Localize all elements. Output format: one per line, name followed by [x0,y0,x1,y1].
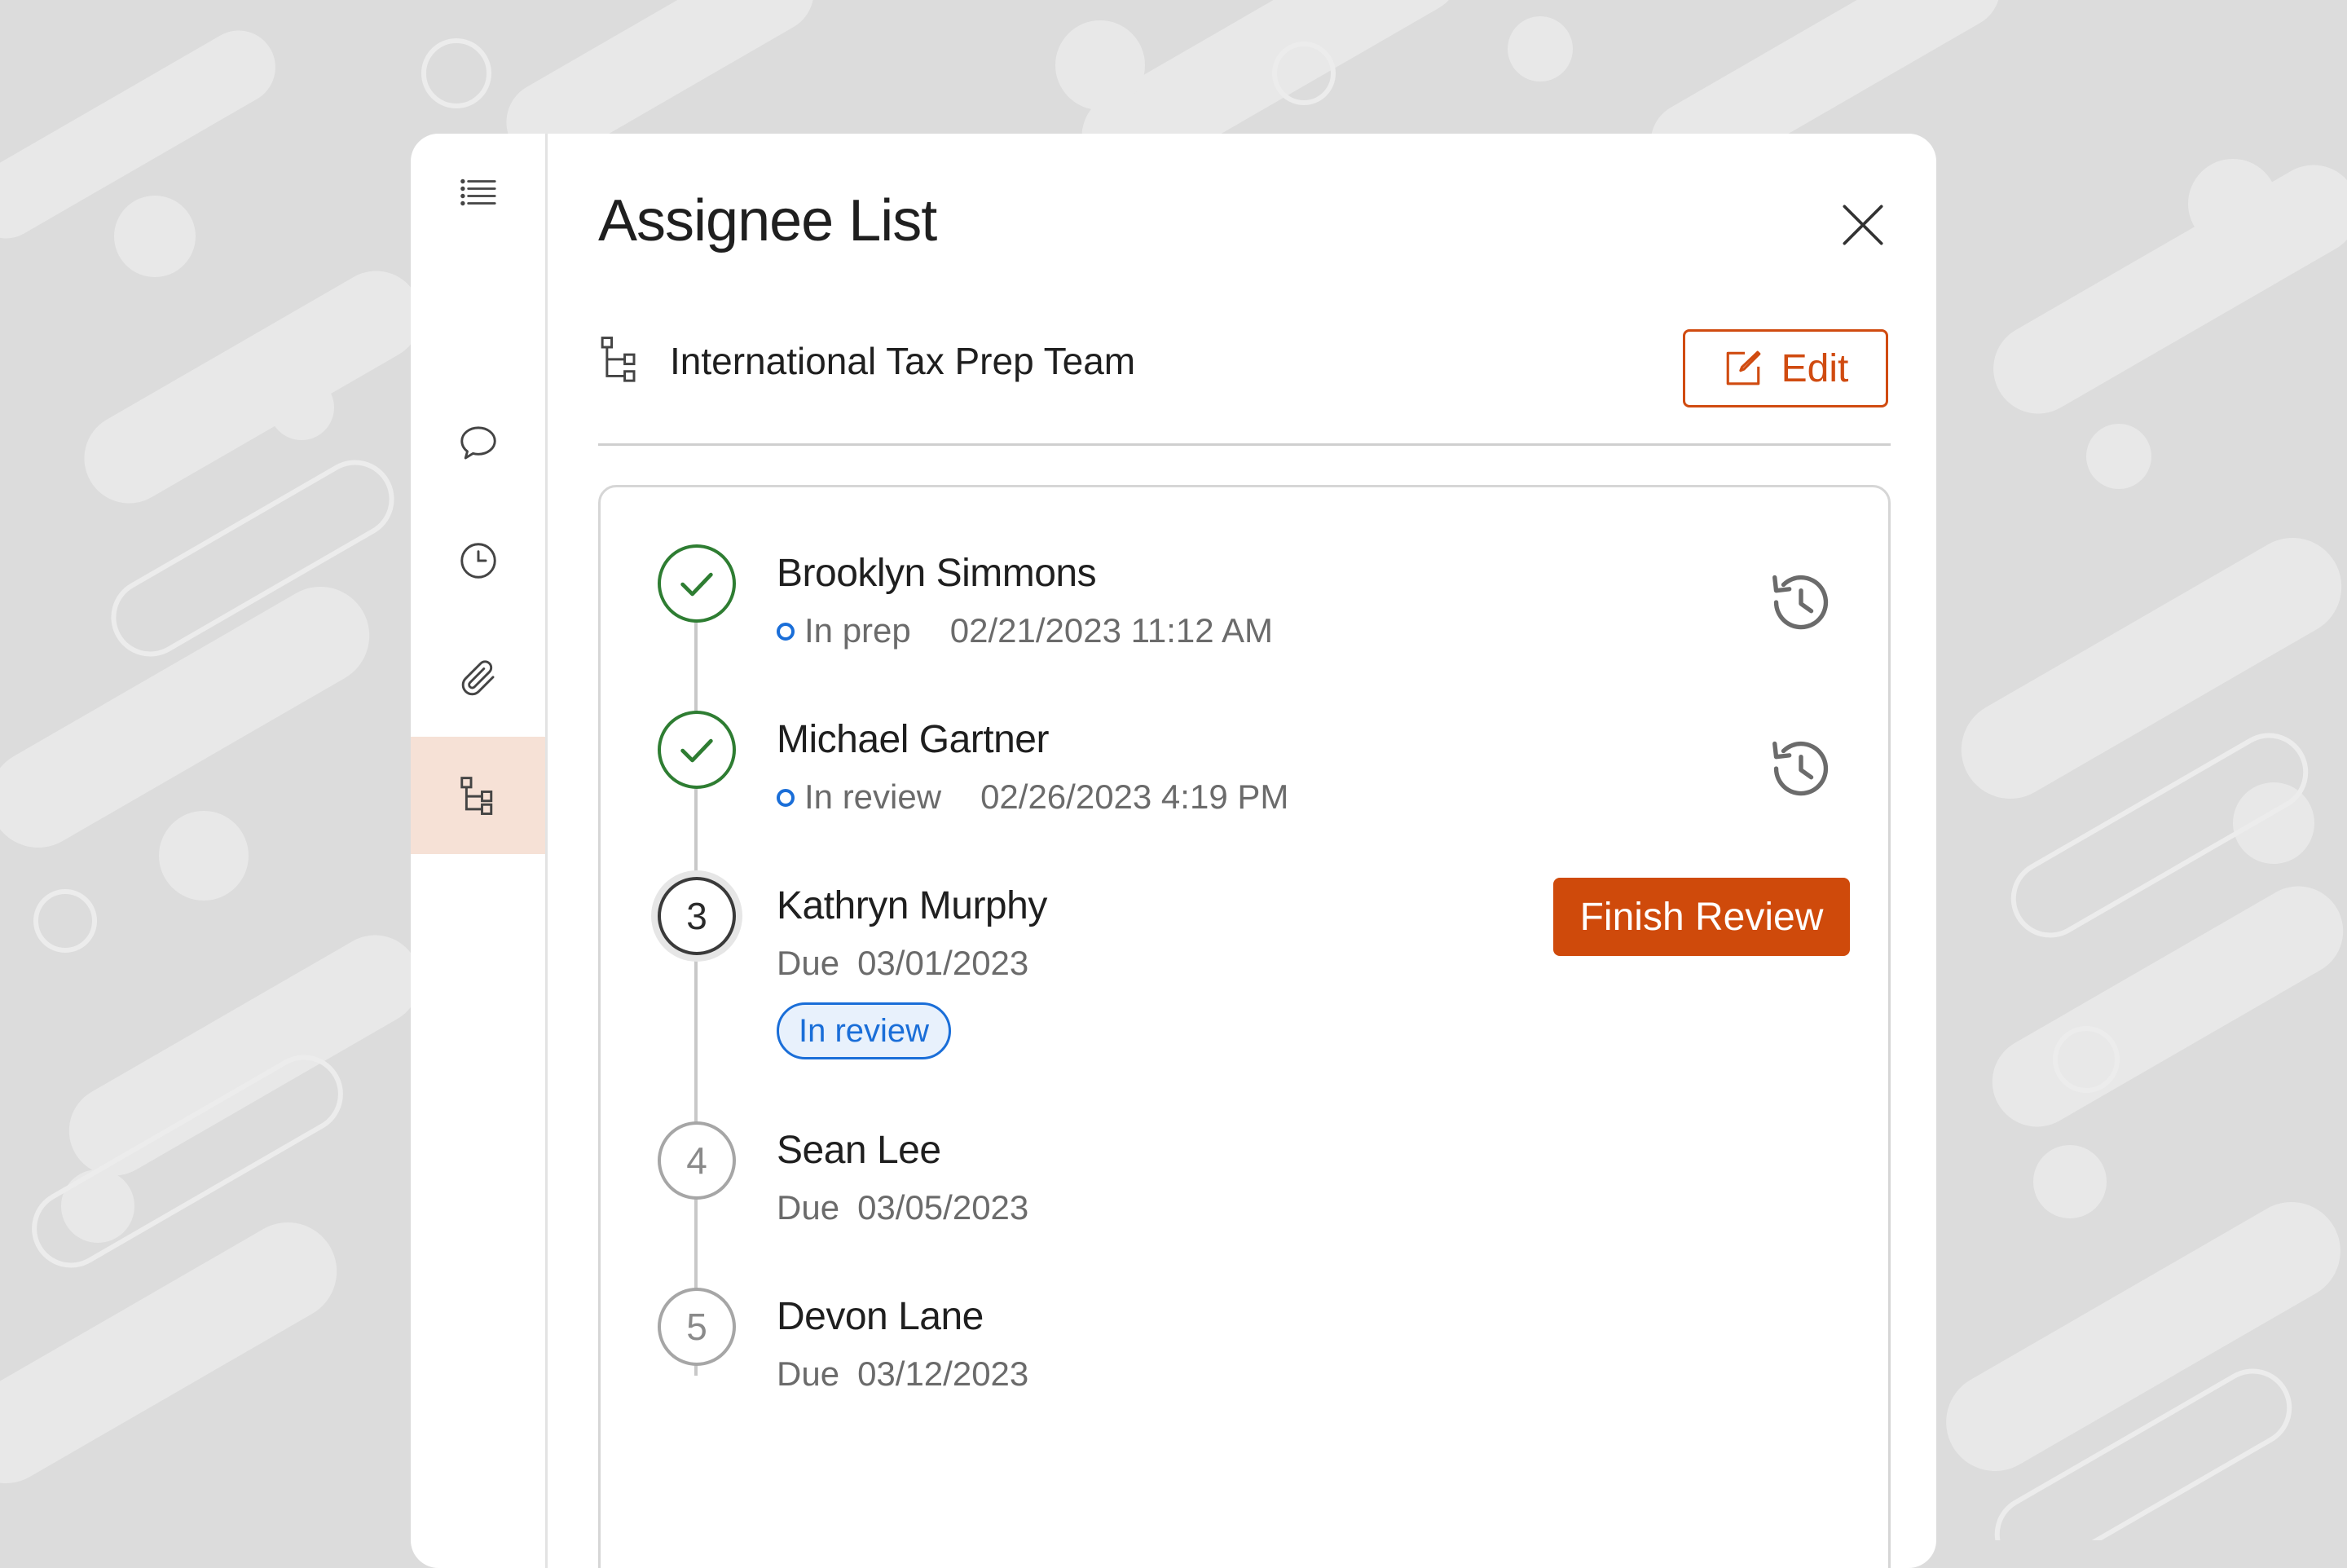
rail-item-assignees[interactable] [411,737,545,854]
divider [598,443,1891,446]
check-icon [680,572,713,597]
assignee-due: Due 03/12/2023 [777,1354,1028,1394]
history-icon[interactable] [1766,567,1836,637]
assignee-due: Due 03/01/2023 [777,944,1028,983]
assignee-due: Due 03/05/2023 [777,1188,1028,1227]
assignee-name: Michael Gartner [777,718,1049,761]
rail-item-attachments[interactable] [411,619,545,737]
assignee-name: Brooklyn Simmons [777,552,1097,595]
step-number: 4 [658,1121,736,1200]
edit-icon [1726,350,1760,385]
close-icon[interactable] [1835,197,1891,253]
clock-icon [460,543,496,579]
assignee-name: Sean Lee [777,1129,941,1172]
edit-button[interactable]: Edit [1683,329,1888,407]
rail-item-history[interactable] [411,502,545,619]
assignee-card: Brooklyn Simmons In prep 02/21/2023 11:12… [598,485,1891,1568]
finish-review-button[interactable]: Finish Review [1553,878,1850,956]
assignee-timestamp: 02/21/2023 11:12 AM [949,611,1273,650]
assignee-meta: In review 02/26/2023 4:19 PM [777,777,1288,817]
check-icon [680,738,713,763]
hierarchy-icon [601,337,636,382]
assignee-name: Kathryn Murphy [777,884,1047,927]
due-label: Due [777,1188,840,1227]
comment-icon [460,426,496,460]
hierarchy-icon [460,777,492,815]
status-dot [777,623,795,641]
rail-item-comments[interactable] [411,385,545,502]
assignee-panel: Assignee List International Tax Prep Tea… [411,134,1936,1568]
step-complete-indicator [658,544,736,623]
page-title: Assignee List [598,188,937,253]
history-icon[interactable] [1766,733,1836,804]
main-content: Assignee List International Tax Prep Tea… [548,134,1936,1568]
assignee-timestamp: 02/26/2023 4:19 PM [980,777,1289,816]
assignee-status: In review [804,777,942,816]
due-label: Due [777,1354,840,1393]
status-badge: In review [777,1002,952,1059]
due-label: Due [777,944,840,982]
list-icon [460,178,496,206]
assignee-status: In prep [804,611,911,650]
edit-button-label: Edit [1781,346,1849,390]
paperclip-icon [461,660,494,696]
step-complete-indicator [658,711,736,789]
step-number: 5 [658,1288,736,1366]
step-number: 3 [658,877,736,955]
rail-item-list[interactable] [411,134,545,251]
due-date: 03/01/2023 [857,944,1029,982]
side-rail [411,134,548,1568]
due-date: 03/05/2023 [857,1188,1029,1227]
assignee-name: Devon Lane [777,1295,984,1338]
due-date: 03/12/2023 [857,1354,1029,1393]
team-name: International Tax Prep Team [670,340,1136,382]
assignee-meta: In prep 02/21/2023 11:12 AM [777,611,1273,650]
status-dot [777,789,795,807]
